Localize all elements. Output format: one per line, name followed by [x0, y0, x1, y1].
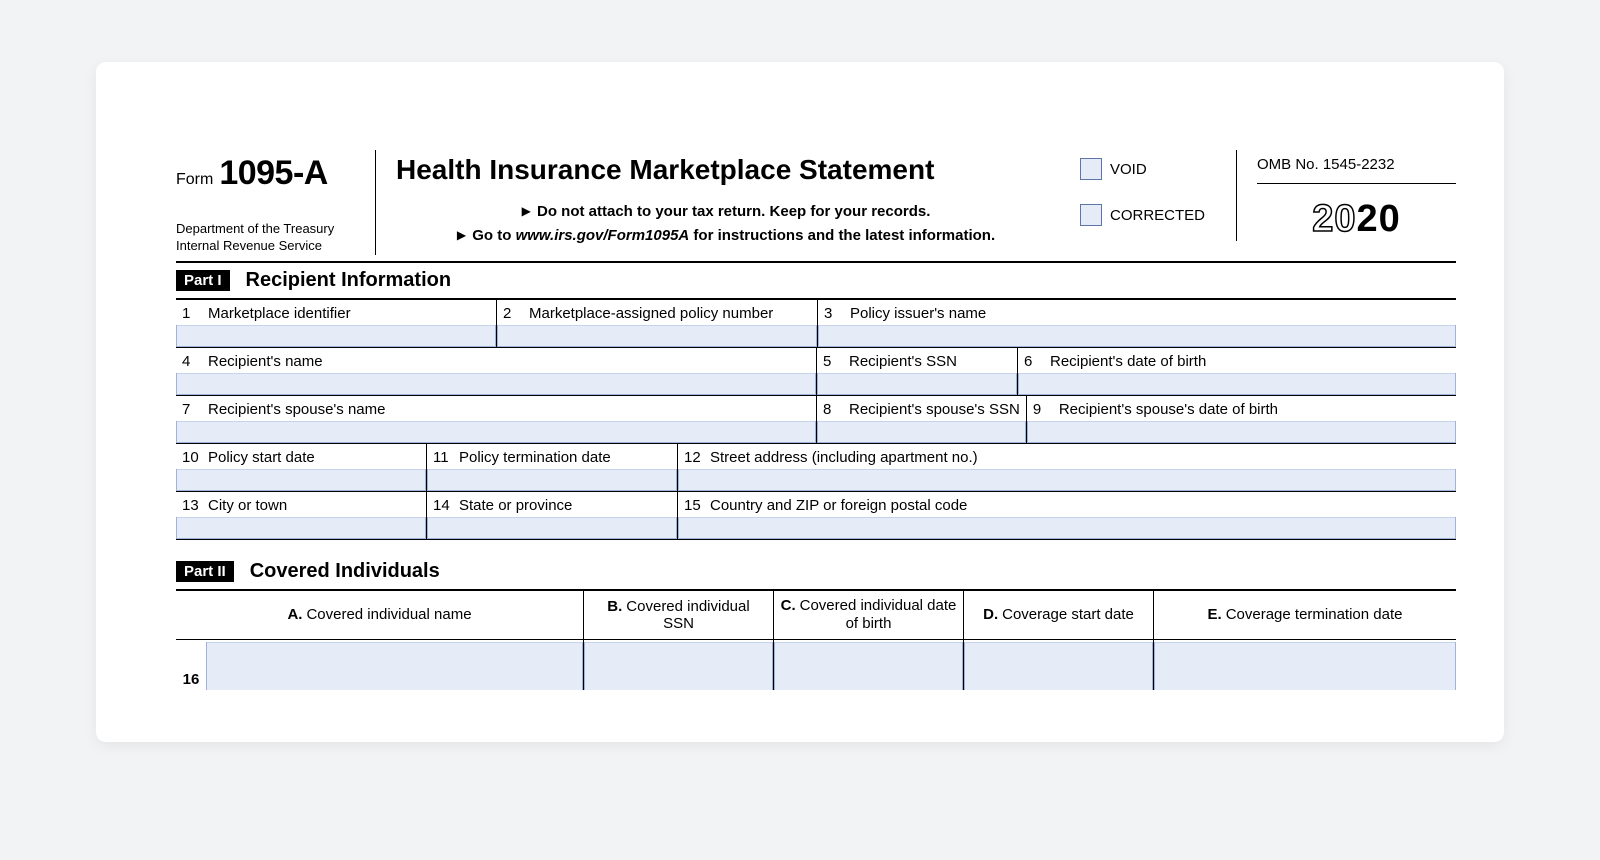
row16-d[interactable] — [964, 642, 1153, 690]
f3-value[interactable] — [818, 325, 1456, 347]
f10-value[interactable] — [176, 469, 426, 491]
f6-label: Recipient's date of birth — [1050, 353, 1206, 370]
f13-label: City or town — [208, 497, 287, 514]
instr-line1: Do not attach to your tax return. Keep f… — [537, 203, 930, 220]
f1-label: Marketplace identifier — [208, 305, 351, 322]
void-checkbox[interactable] — [1080, 158, 1102, 180]
col-e: Coverage termination date — [1226, 606, 1403, 623]
f4-label: Recipient's name — [208, 353, 323, 370]
f5-value[interactable] — [817, 373, 1017, 395]
part2-columns: A.Covered individual name B.Covered indi… — [176, 589, 1456, 640]
f8-label: Recipient's spouse's SSN — [849, 401, 1020, 418]
f7-label: Recipient's spouse's name — [208, 401, 386, 418]
f11-value[interactable] — [427, 469, 677, 491]
triangle-icon: ▶ — [522, 204, 531, 218]
col-a: Covered individual name — [306, 606, 471, 623]
form-number: 1095-A — [219, 154, 328, 193]
f1-value[interactable] — [176, 325, 496, 347]
f15-value[interactable] — [678, 517, 1456, 539]
tax-year: 2020 — [1257, 198, 1456, 241]
dept-line2: Internal Revenue Service — [176, 238, 365, 255]
instr-line2-prefix: Go to — [472, 227, 515, 244]
f15-label: Country and ZIP or foreign postal code — [710, 497, 967, 514]
f11-label: Policy termination date — [459, 449, 611, 466]
f12-value[interactable] — [678, 469, 1456, 491]
f9-value[interactable] — [1027, 421, 1456, 443]
col-d: Coverage start date — [1002, 606, 1134, 623]
row16-b[interactable] — [584, 642, 773, 690]
f2-label: Marketplace-assigned policy number — [529, 305, 773, 322]
f5-label: Recipient's SSN — [849, 353, 957, 370]
part2-badge: Part II — [176, 561, 234, 582]
corrected-label: CORRECTED — [1110, 207, 1205, 224]
f3-label: Policy issuer's name — [850, 305, 986, 322]
f14-label: State or province — [459, 497, 572, 514]
f12-label: Street address (including apartment no.) — [710, 449, 978, 466]
void-label: VOID — [1110, 161, 1147, 178]
form-label: Form — [176, 171, 213, 189]
f6-value[interactable] — [1018, 373, 1456, 395]
dept-line1: Department of the Treasury — [176, 221, 365, 238]
f14-value[interactable] — [427, 517, 677, 539]
corrected-checkbox[interactable] — [1080, 204, 1102, 226]
f10-label: Policy start date — [208, 449, 315, 466]
col-b: Covered individual SSN — [626, 598, 749, 632]
f9-label: Recipient's spouse's date of birth — [1059, 401, 1278, 418]
instr-link: www.irs.gov/Form1095A — [516, 227, 690, 244]
form-header: Form 1095-A Department of the Treasury I… — [176, 150, 1456, 263]
row16-e[interactable] — [1154, 642, 1456, 690]
f4-value[interactable] — [176, 373, 816, 395]
part1-header: Part I Recipient Information — [176, 263, 1456, 300]
form-title: Health Insurance Marketplace Statement — [396, 154, 1056, 186]
f7-value[interactable] — [176, 421, 816, 443]
omb-number: OMB No. 1545-2232 — [1257, 156, 1456, 184]
f2-value[interactable] — [497, 325, 817, 347]
f13-value[interactable] — [176, 517, 426, 539]
part2-row-16: 16 — [176, 640, 1456, 690]
part1-badge: Part I — [176, 270, 230, 291]
f8-value[interactable] — [817, 421, 1026, 443]
part2-header: Part II Covered Individuals — [176, 554, 1456, 589]
form-card: Form 1095-A Department of the Treasury I… — [96, 62, 1504, 742]
row16-num: 16 — [176, 640, 206, 690]
row16-a[interactable] — [206, 642, 583, 690]
instr-line2-suffix: for instructions and the latest informat… — [689, 227, 995, 244]
row16-c[interactable] — [774, 642, 963, 690]
triangle-icon: ▶ — [457, 228, 466, 242]
col-c: Covered individual date of birth — [800, 597, 957, 632]
part1-title: Recipient Information — [246, 269, 452, 292]
part2-title: Covered Individuals — [250, 560, 440, 583]
